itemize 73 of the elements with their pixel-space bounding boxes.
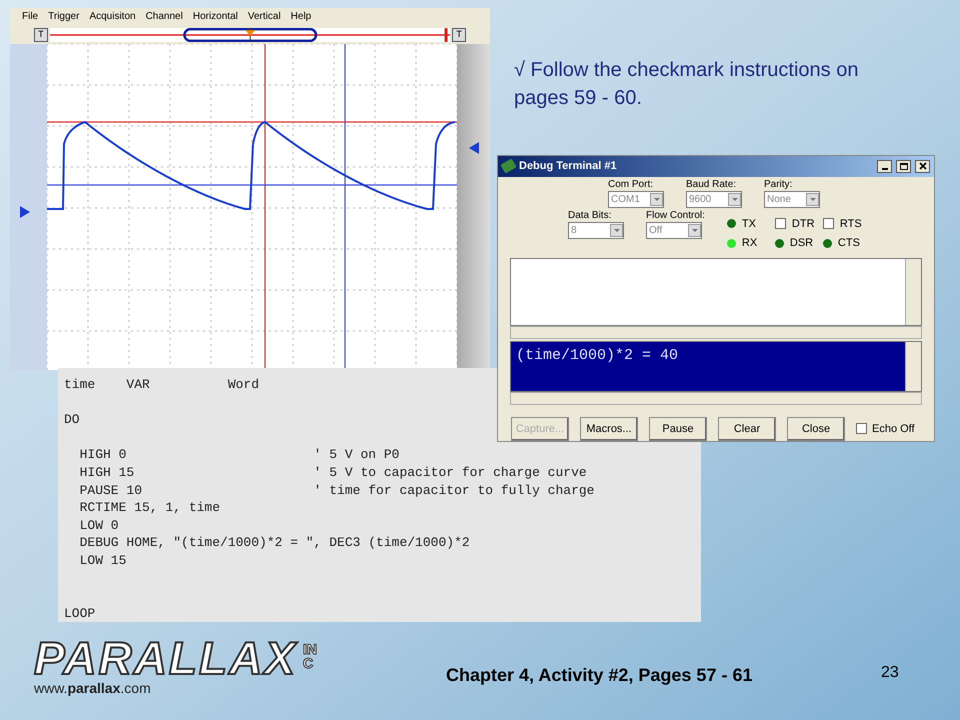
checkbox-label: Echo Off [872, 422, 915, 437]
signal-label: TX [742, 216, 756, 232]
marker-icon[interactable] [469, 142, 479, 154]
receive-pane[interactable] [510, 258, 922, 326]
caption-text: Chapter 4, Activity #2, Pages 57 - 61 [446, 664, 752, 687]
maximize-icon[interactable] [896, 160, 911, 173]
menu-item[interactable]: Horizontal [192, 9, 238, 24]
dropdown[interactable]: None [764, 190, 820, 208]
field-label: Com Port: [608, 178, 654, 191]
caret-icon [650, 192, 663, 206]
transmit-pane[interactable]: (time/1000)*2 = 40 [510, 340, 922, 392]
code-line: DO [64, 411, 80, 429]
menu-item[interactable]: File [22, 9, 38, 24]
signal-label: CTS [838, 236, 860, 252]
website-text: www.parallax.com [34, 680, 152, 696]
dialog-button[interactable]: Macros... [580, 416, 638, 441]
caret-icon [806, 192, 819, 206]
dialog-button[interactable]: Pause [649, 416, 707, 441]
signal-label: RX [742, 236, 758, 252]
scrollbar[interactable] [905, 342, 921, 391]
signal-label: RTS [840, 216, 862, 232]
code-line: HIGH 15 ' 5 V to capacitor for charge curve [78, 464, 587, 482]
dropdown[interactable]: 8 [568, 222, 624, 239]
signal-label: DSR [790, 236, 814, 252]
instruction-text: √ Follow the checkmark instructions on pages 59 - 60. [514, 58, 860, 111]
cursor-line[interactable] [47, 121, 457, 123]
dialog-button[interactable]: Close [787, 416, 845, 441]
dropdown[interactable]: COM1 [608, 190, 664, 208]
dialog-button[interactable]: Clear [718, 416, 776, 441]
page-number: 23 [881, 663, 899, 683]
app-icon [500, 158, 517, 174]
caret-icon [728, 192, 741, 206]
code-line: HIGH 0 ' 5 V on P0 [78, 446, 400, 464]
checkbox[interactable] [774, 218, 786, 230]
logo-suffix: INC [303, 642, 318, 670]
cursor-line[interactable] [344, 44, 346, 370]
trigger-button[interactable]: T [452, 28, 466, 42]
dropdown[interactable]: Off [646, 222, 702, 239]
code-line: LOW 15 [78, 552, 126, 570]
code-line: RCTIME 15, 1, time [78, 499, 220, 517]
output-text: (time/1000)*2 = 40 [515, 346, 680, 366]
caret-icon [610, 224, 623, 237]
trigger-position-slider[interactable] [50, 28, 450, 42]
trigger-marker[interactable] [245, 30, 255, 36]
marker-icon[interactable] [20, 206, 30, 218]
checkbox[interactable] [822, 218, 834, 230]
caret-icon [688, 224, 701, 237]
code-line: time VAR Word [64, 376, 260, 394]
code-line: PAUSE 10 ' time for capacitor to fully charge [78, 482, 594, 500]
menu-item[interactable]: Help [290, 9, 312, 24]
field-label: Parity: [764, 178, 794, 191]
code-line: LOOP [64, 604, 96, 622]
logo-text: PARALLAX [34, 636, 298, 680]
code-line: LOW 0 [78, 516, 119, 534]
field-label: Baud Rate: [686, 178, 738, 191]
field-label: Data Bits: [568, 210, 612, 222]
menu-item[interactable]: Vertical [248, 9, 281, 24]
code-line: DEBUG HOME, "(time/1000)*2 = ", DEC3 (time/1000)*2 [78, 534, 470, 552]
trigger-button[interactable]: T [34, 28, 48, 42]
menu-item[interactable]: Acquisiton [89, 9, 136, 24]
scrollbar[interactable] [905, 258, 921, 325]
close-icon[interactable] [915, 160, 930, 173]
menu-item[interactable]: Channel [146, 9, 183, 24]
menu-item[interactable]: Trigger [48, 9, 80, 24]
checkbox[interactable] [856, 423, 867, 434]
cursor-line[interactable] [47, 184, 457, 186]
signal-label: DTR [792, 216, 815, 232]
field-label: Flow Control: [646, 210, 705, 222]
dropdown[interactable]: 9600 [686, 190, 742, 208]
window-title: Debug Terminal #1 [519, 159, 618, 174]
scrollbar[interactable] [510, 326, 922, 339]
minimize-icon[interactable] [877, 160, 892, 173]
scrollbar[interactable] [510, 392, 922, 405]
